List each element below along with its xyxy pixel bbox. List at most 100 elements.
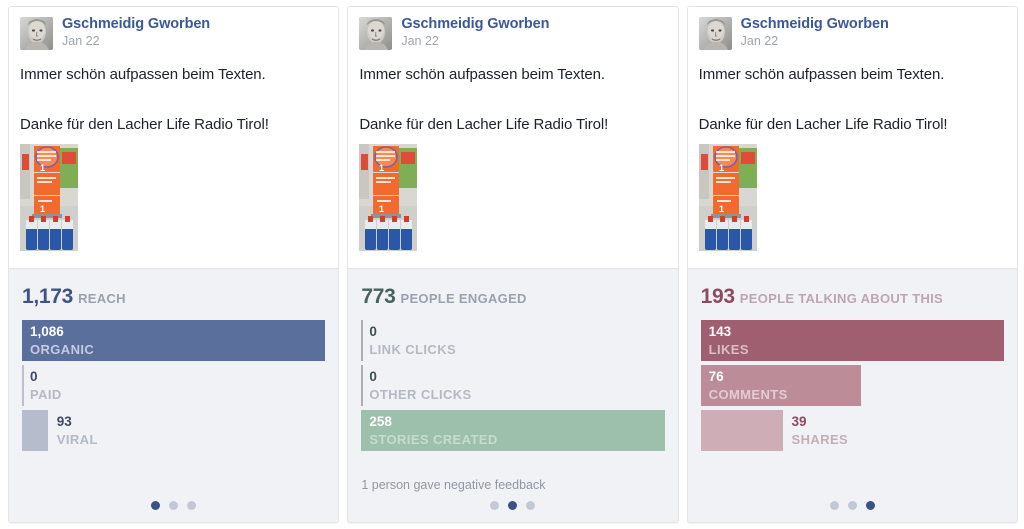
post-author-name[interactable]: Gschmeidig Gworben: [741, 16, 889, 32]
post-header: Gschmeidig Gworben Jan 22: [20, 16, 327, 50]
svg-text:1: 1: [719, 204, 724, 214]
summary-label: PEOPLE TALKING ABOUT THIS: [739, 291, 944, 306]
insights-card-board: Gschmeidig Gworben Jan 22 Immer schön aufp…: [0, 0, 1024, 529]
post-body: Gschmeidig Gworben Jan 22 Immer schön aufp…: [9, 7, 339, 268]
stat-bar: [22, 410, 48, 451]
post-body: Gschmeidig Gworben Jan 22 Immer schön aufp…: [348, 7, 678, 268]
stat-label: PAID: [30, 386, 62, 402]
stats-summary: 1,173 REACH: [22, 285, 325, 309]
stat-label: OTHER CLICKS: [369, 386, 472, 402]
stat-label: COMMENTS: [708, 386, 788, 402]
svg-text:1: 1: [40, 163, 45, 173]
stat-rows: 1,086 ORGANIC 0 PAID 93 VIRAL: [22, 320, 326, 451]
post-author-name[interactable]: Gschmeidig Gworben: [401, 16, 549, 32]
pagination-dots[interactable]: [9, 501, 338, 510]
post-text-line-2: Danke für den Lacher Life Radio Tirol!: [20, 116, 269, 134]
avatar[interactable]: [698, 17, 732, 50]
stat-value: 39: [791, 414, 807, 429]
negative-feedback-note: 1 person gave negative feedback: [361, 478, 546, 492]
pagination-dot-active[interactable]: [508, 501, 518, 510]
stat-row: 143 LIKES: [700, 320, 1004, 361]
svg-text:1: 1: [379, 204, 384, 214]
stat-value: 76: [708, 369, 724, 384]
stat-row-text: 143 LIKES: [709, 324, 749, 357]
post-body: Gschmeidig Gworben Jan 22 Immer schön aufp…: [687, 7, 1017, 268]
post-author-block: Gschmeidig Gworben Jan 22: [741, 16, 889, 48]
pagination-dot[interactable]: [829, 501, 839, 510]
pagination-dot-active[interactable]: [865, 501, 875, 510]
summary-label: PEOPLE ENGAGED: [400, 291, 527, 306]
stat-row-text: 76 COMMENTS: [709, 369, 788, 402]
stat-row-text: 39 SHARES: [792, 414, 849, 447]
stat-value: 0: [369, 324, 377, 339]
pagination-dot[interactable]: [847, 501, 857, 510]
post-thumbnail-image[interactable]: 11: [359, 143, 418, 251]
summary-value: 193: [700, 285, 735, 308]
stats-panel: 773 PEOPLE ENGAGED 0 LINK CLICKS 0 OTHER CLIC…: [348, 268, 678, 522]
post-text-line-1: Immer schön aufpassen beim Texten.: [698, 66, 945, 83]
pagination-dot[interactable]: [526, 501, 536, 510]
post-thumbnail-image[interactable]: 11: [20, 143, 78, 251]
post-text-line-1: Immer schön aufpassen beim Texten.: [359, 66, 605, 83]
stat-row: 0 PAID: [22, 365, 325, 406]
avatar[interactable]: [359, 17, 393, 50]
summary-label: REACH: [78, 291, 126, 306]
stat-row-text: 0 PAID: [30, 369, 62, 402]
stat-row-text: 0 OTHER CLICKS: [369, 369, 471, 402]
stat-value: 1,086: [30, 324, 64, 339]
post-thumbnail-image[interactable]: 11: [698, 143, 757, 251]
post-text-line-2: Danke für den Lacher Life Radio Tirol!: [359, 116, 609, 134]
stat-value: 0: [30, 369, 38, 384]
stats-summary: 193 PEOPLE TALKING ABOUT THIS: [701, 285, 1004, 309]
summary-value: 773: [361, 285, 396, 308]
pagination-dot[interactable]: [169, 501, 179, 510]
stat-row-text: 93 VIRAL: [57, 414, 98, 447]
post-header: Gschmeidig Gworben Jan 22: [698, 16, 1006, 50]
stat-label: STORIES CREATED: [369, 431, 498, 447]
pagination-dots[interactable]: [348, 501, 677, 510]
stat-bar: [361, 365, 364, 406]
post-author-block: Gschmeidig Gworben Jan 22: [401, 16, 549, 48]
post-text-line-1: Immer schön aufpassen beim Texten.: [20, 66, 266, 83]
stat-row-text: 0 LINK CLICKS: [369, 324, 456, 357]
stat-row-text: 1,086 ORGANIC: [30, 324, 94, 357]
post-date[interactable]: Jan 22: [62, 35, 210, 48]
stat-row-text: 258 STORIES CREATED: [369, 414, 497, 447]
stat-label: SHARES: [791, 431, 849, 447]
stat-value: 0: [369, 369, 377, 384]
stat-value: 93: [56, 414, 72, 429]
stat-row: 1,086 ORGANIC: [22, 320, 326, 361]
stat-rows: 0 LINK CLICKS 0 OTHER CLICKS 258 STORIES CREA…: [361, 320, 665, 451]
post-date[interactable]: Jan 22: [401, 35, 549, 48]
stats-panel: 1,173 REACH 1,086 ORGANIC 0 PAID 93 VIRAL: [9, 268, 339, 522]
stats-summary: 773 PEOPLE ENGAGED: [361, 285, 664, 309]
stat-bar: [700, 410, 783, 451]
stat-label: LIKES: [708, 341, 749, 357]
insight-card[interactable]: Gschmeidig Gworben Jan 22 Immer schön aufp…: [347, 6, 679, 523]
pagination-dot-active[interactable]: [151, 501, 161, 510]
stat-label: LINK CLICKS: [369, 341, 457, 357]
pagination-dot[interactable]: [490, 501, 500, 510]
stat-label: VIRAL: [56, 431, 98, 447]
stat-row: 0 OTHER CLICKS: [361, 365, 664, 406]
stat-value: 258: [369, 414, 392, 429]
stat-bar: [361, 320, 364, 361]
post-header: Gschmeidig Gworben Jan 22: [359, 16, 666, 50]
pagination-dots[interactable]: [688, 501, 1017, 510]
pagination-dot[interactable]: [187, 501, 197, 510]
stat-label: ORGANIC: [30, 341, 95, 357]
stats-panel: 193 PEOPLE TALKING ABOUT THIS 143 LIKES 76 CO…: [687, 268, 1017, 522]
svg-text:1: 1: [40, 204, 45, 214]
stat-row: 39 SHARES: [700, 410, 1004, 451]
insight-card[interactable]: Gschmeidig Gworben Jan 22 Immer schön aufp…: [8, 6, 340, 523]
stat-row: 76 COMMENTS: [700, 365, 1004, 406]
stat-rows: 143 LIKES 76 COMMENTS 39 SHARES: [700, 320, 1004, 451]
post-date[interactable]: Jan 22: [741, 35, 889, 48]
post-author-name[interactable]: Gschmeidig Gworben: [62, 16, 210, 32]
insight-card[interactable]: Gschmeidig Gworben Jan 22 Immer schön aufp…: [686, 6, 1018, 523]
stat-bar: [22, 365, 24, 406]
avatar[interactable]: [20, 17, 53, 50]
summary-value: 1,173: [22, 285, 74, 308]
post-author-block: Gschmeidig Gworben Jan 22: [62, 16, 210, 48]
stat-row: 258 STORIES CREATED: [361, 410, 665, 451]
